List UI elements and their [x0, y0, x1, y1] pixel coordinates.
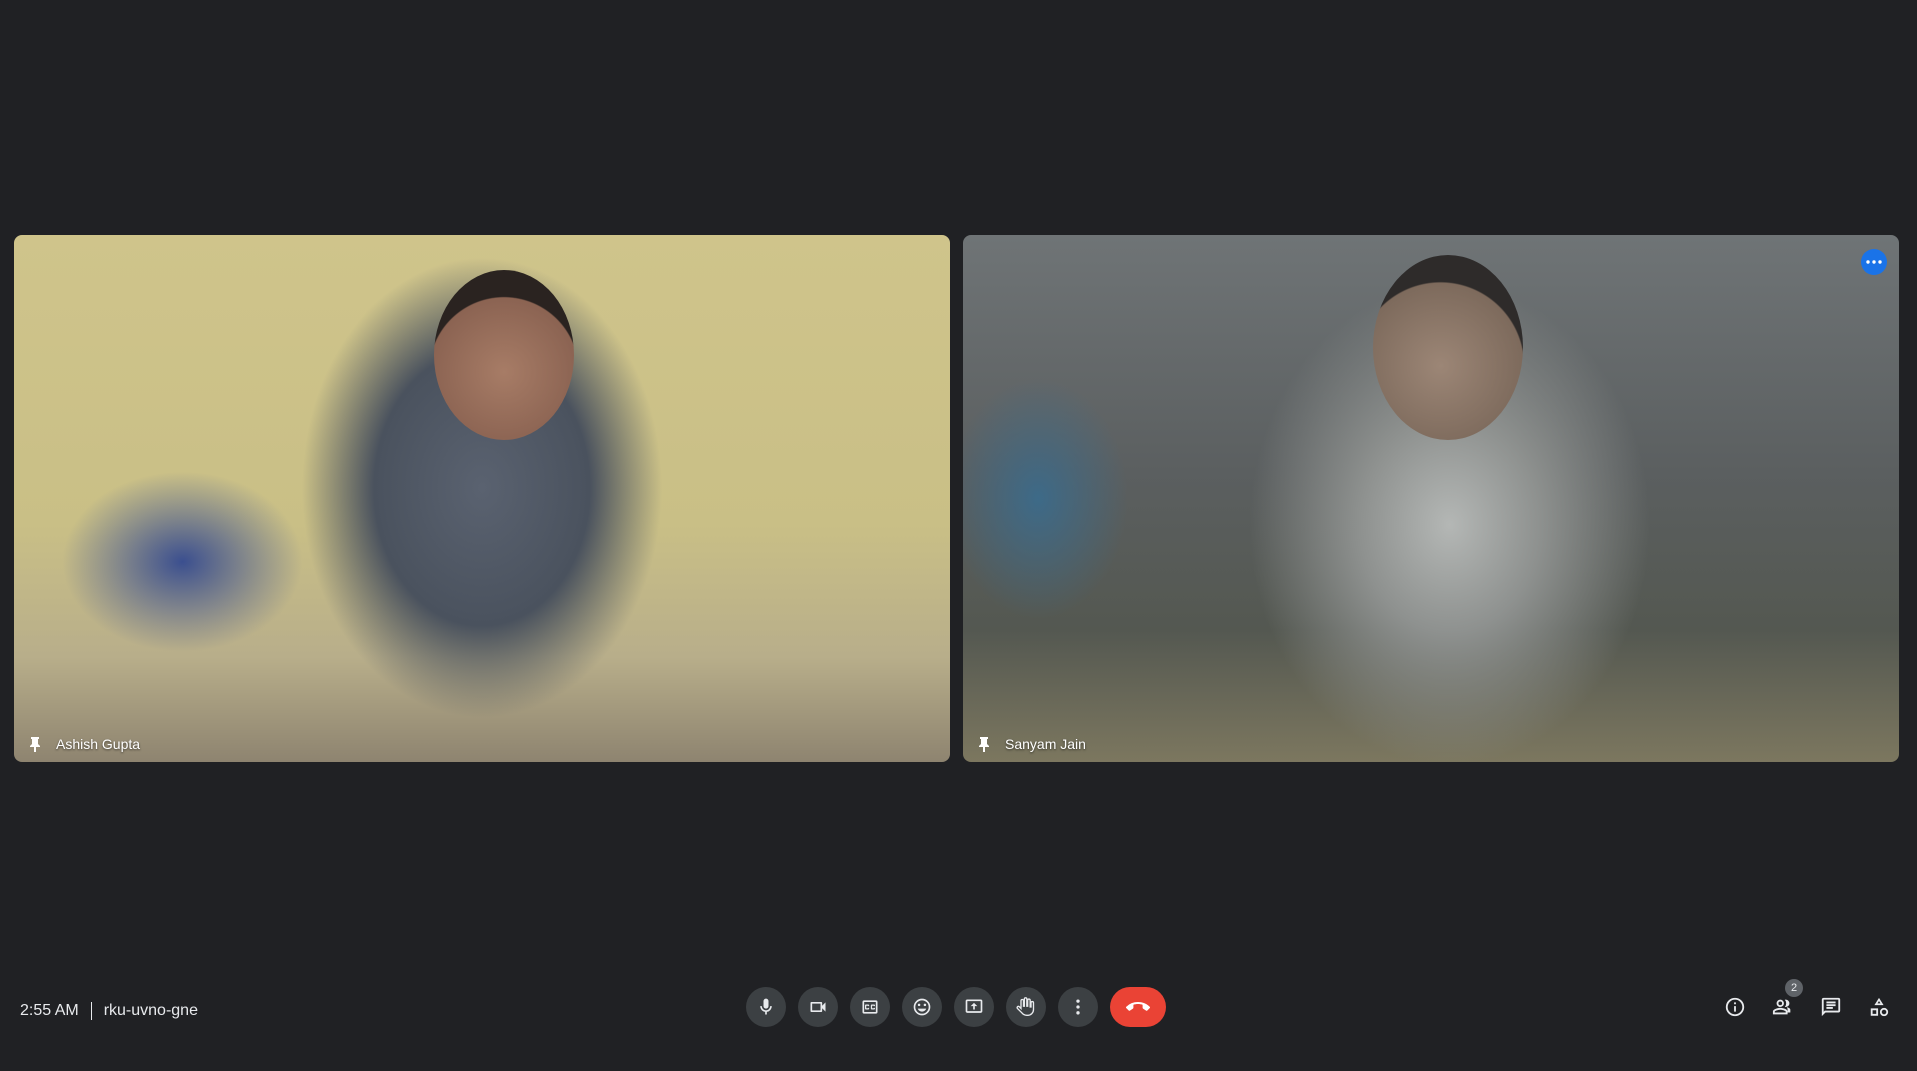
meeting-time: 2:55 AM — [20, 1002, 79, 1019]
captions-button[interactable] — [850, 987, 890, 1027]
call-controls — [746, 987, 1166, 1027]
pin-icon[interactable] — [28, 736, 42, 752]
end-call-button[interactable] — [1110, 987, 1166, 1027]
meeting-details-button[interactable] — [1715, 987, 1755, 1027]
raise-hand-icon — [1016, 997, 1035, 1016]
chat-icon — [1821, 997, 1841, 1017]
more-options-icon — [1076, 999, 1080, 1015]
raise-hand-button[interactable] — [1006, 987, 1046, 1027]
tile-more-options-button[interactable] — [1861, 249, 1887, 275]
participant-name: Ashish Gupta — [56, 736, 141, 752]
emoji-reaction-button[interactable] — [902, 987, 942, 1027]
microphone-icon — [760, 998, 772, 1015]
present-screen-button[interactable] — [954, 987, 994, 1027]
present-screen-icon — [965, 999, 983, 1013]
pin-icon[interactable] — [977, 736, 991, 752]
end-call-icon — [1126, 1002, 1150, 1011]
video-tile-ashish-gupta[interactable]: Ashish Gupta — [14, 235, 950, 762]
divider — [90, 1002, 92, 1020]
more-horiz-icon — [1866, 260, 1882, 264]
microphone-button[interactable] — [746, 987, 786, 1027]
people-button[interactable]: 2 — [1763, 979, 1803, 1027]
activities-button[interactable] — [1859, 987, 1899, 1027]
camera-button[interactable] — [798, 987, 838, 1027]
participant-video — [434, 270, 574, 440]
meeting-info: 2:55 AM rku-uvno-gne — [20, 1002, 198, 1020]
captions-icon — [862, 1000, 878, 1014]
participant-video — [1373, 255, 1523, 440]
participant-name: Sanyam Jain — [1005, 736, 1086, 752]
meeting-code: rku-uvno-gne — [103, 1002, 198, 1019]
side-panel-controls: 2 — [1715, 979, 1899, 1027]
info-icon — [1725, 997, 1745, 1017]
video-tile-sanyam-jain[interactable]: Sanyam Jain — [963, 235, 1899, 762]
emoji-icon — [913, 998, 931, 1016]
camera-icon — [810, 1002, 826, 1012]
participant-name-tag: Sanyam Jain — [977, 736, 1086, 752]
more-options-button[interactable] — [1058, 987, 1098, 1027]
people-count-badge: 2 — [1785, 979, 1803, 997]
chat-button[interactable] — [1811, 987, 1851, 1027]
people-icon — [1772, 999, 1791, 1015]
participant-name-tag: Ashish Gupta — [28, 736, 140, 752]
bottom-toolbar: 2:55 AM rku-uvno-gne 2 — [0, 971, 1917, 1071]
activities-icon — [1870, 997, 1889, 1017]
